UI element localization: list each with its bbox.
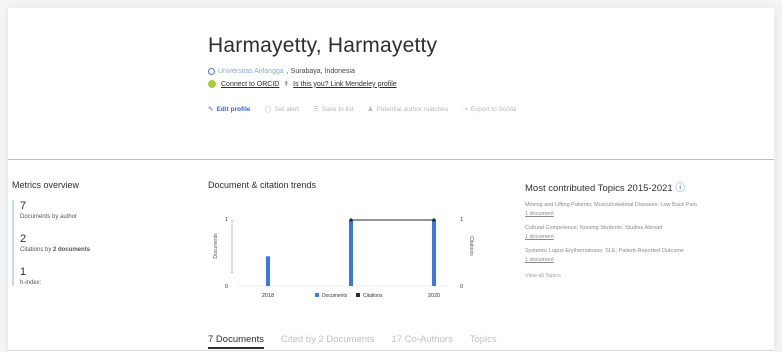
people-icon: ♟ xyxy=(367,106,374,113)
view-all-topics-link[interactable]: View all Topics xyxy=(525,273,770,279)
header-divider xyxy=(8,159,774,160)
author-name: Harmayetty, Harmayetty xyxy=(208,34,438,57)
metrics-overview: Metrics overview 7 Documents by author 2… xyxy=(12,180,202,299)
pencil-icon: ✎ xyxy=(208,106,214,113)
citations-line-group xyxy=(349,218,436,222)
documents-bar xyxy=(349,220,353,286)
y-tick-left-min: 0 xyxy=(225,284,228,290)
topic-title: Cultural Competence; Nursing Students; S… xyxy=(525,225,663,231)
potential-author-matches-label: Potential author matches xyxy=(376,106,449,113)
export-to-scival-button[interactable]: ⇢ Export to SciVal xyxy=(462,105,516,113)
topic-item: Cultural Competence; Nursing Students; S… xyxy=(525,225,770,240)
citations-point xyxy=(432,218,436,222)
export-to-scival-label: Export to SciVal xyxy=(470,106,517,113)
topic-title: Moving and Lifting Patients; Musculoskel… xyxy=(525,202,697,208)
topic-title: Systemic Lupus Erythematosus; SLE; Patie… xyxy=(525,248,684,254)
citations-point xyxy=(349,218,353,222)
profile-actions: ✎ Edit profile ◯ Set alert ☰ Save to list ♟… xyxy=(208,105,768,113)
topic-documents-link[interactable]: 1 document xyxy=(525,211,770,217)
metric-label: h-index: xyxy=(20,280,42,286)
organization-icon xyxy=(208,68,215,75)
metric-documents[interactable]: 7 Documents by author xyxy=(20,200,202,220)
profile-tabs: 7 Documents Cited by 2 Documents 17 Co-A… xyxy=(208,334,497,349)
info-icon[interactable]: ⓘ xyxy=(675,183,685,194)
author-profile-card: Harmayetty, Harmayetty Universitas Airla… xyxy=(8,8,774,352)
potential-author-matches-button[interactable]: ♟ Potential author matches xyxy=(368,105,449,113)
metric-label: Documents by author xyxy=(20,214,78,220)
y-axis-label-right: Citations xyxy=(468,236,474,256)
save-to-list-button[interactable]: ☰ Save to list xyxy=(313,105,354,113)
metric-value: 2 xyxy=(20,233,27,245)
y-tick-left-max: 1 xyxy=(225,217,228,223)
y-tick-right-max: 1 xyxy=(460,217,463,223)
documents-bar xyxy=(432,220,436,286)
metric-list: 7 Documents by author 2 Citations by 2 d… xyxy=(12,200,202,286)
bars-group xyxy=(266,220,436,286)
profile-links: Connect to ORCID ⚕ Is this you? Link Men… xyxy=(208,80,768,88)
orcid-icon xyxy=(208,80,216,88)
legend-documents-label: Documents xyxy=(322,293,348,299)
list-icon: ☰ xyxy=(312,106,319,113)
document-citation-trends: Document & citation trends Documents Cit… xyxy=(208,180,508,299)
trends-title: Document & citation trends xyxy=(208,180,317,190)
topic-documents-link[interactable]: 1 document xyxy=(525,257,770,263)
save-to-list-label: Save to list xyxy=(321,106,354,113)
tab-co-authors[interactable]: 17 Co-Authors xyxy=(391,334,452,349)
tab-topics[interactable]: Topics xyxy=(470,334,497,349)
documents-bar xyxy=(266,256,270,286)
edit-profile-label: Edit profile xyxy=(216,106,251,113)
metric-label: Citations by 2 documents xyxy=(20,247,91,253)
x-tick-label: 2018 xyxy=(262,293,274,299)
profile-header: Harmayetty, Harmayetty Universitas Airla… xyxy=(208,34,768,113)
affiliation-link[interactable]: Universitas Airlangga xyxy=(218,68,284,75)
metric-value: 7 xyxy=(20,200,27,212)
legend-citations-swatch xyxy=(356,293,360,297)
metric-value: 1 xyxy=(20,266,27,278)
chart-legend: Documents Citations xyxy=(315,293,383,299)
tab-documents[interactable]: 7 Documents xyxy=(208,334,264,349)
tab-cited-by[interactable]: Cited by 2 Documents xyxy=(281,334,374,349)
set-alert-button[interactable]: ◯ Set alert xyxy=(264,105,299,113)
affiliation-location: , Surabaya, Indonesia xyxy=(286,68,355,75)
mendeley-icon: ⚕ xyxy=(284,81,289,88)
metric-citations[interactable]: 2 Citations by 2 documents xyxy=(20,233,202,253)
link-mendeley-link[interactable]: Is this you? Link Mendeley profile xyxy=(293,81,397,88)
legend-citations-label: Citations xyxy=(363,293,383,299)
topic-item: Moving and Lifting Patients; Musculoskel… xyxy=(525,202,770,217)
set-alert-label: Set alert xyxy=(274,106,299,113)
affiliation: Universitas Airlangga, Surabaya, Indones… xyxy=(208,68,768,75)
metric-h-index[interactable]: 1 h-index: xyxy=(20,266,202,286)
topic-item: Systemic Lupus Erythematosus; SLE; Patie… xyxy=(525,248,770,263)
topic-documents-link[interactable]: 1 document xyxy=(525,234,770,240)
x-tick-label: 2020 xyxy=(428,293,440,299)
topics-title: Most contributed Topics 2015-2021 ⓘ xyxy=(525,183,685,194)
export-icon: ⇢ xyxy=(462,106,468,113)
legend-documents-swatch xyxy=(315,293,319,297)
metrics-title: Metrics overview xyxy=(12,180,80,190)
tabs-divider xyxy=(8,350,774,351)
trends-chart: Documents Citations 1 0 1 0 2018 2020 Do… xyxy=(213,217,474,299)
edit-profile-button[interactable]: ✎ Edit profile xyxy=(208,105,250,113)
y-axis-label-left: Documents xyxy=(213,233,219,259)
connect-orcid-link[interactable]: Connect to ORCID xyxy=(221,81,279,88)
bell-icon: ◯ xyxy=(264,106,272,113)
most-contributed-topics: Most contributed Topics 2015-2021 ⓘ Movi… xyxy=(525,180,770,279)
y-tick-right-min: 0 xyxy=(460,284,463,290)
